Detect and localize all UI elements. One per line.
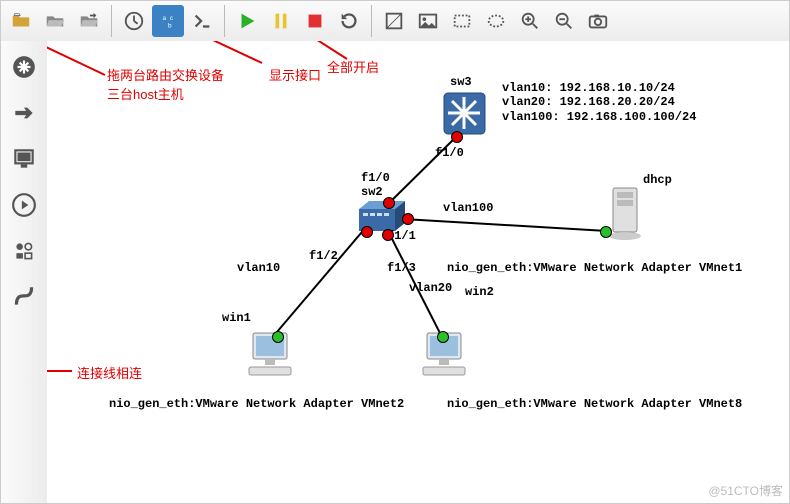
add-note-button[interactable] <box>378 5 410 37</box>
vlan-info: vlan10: 192.168.10.10/24 vlan20: 192.168… <box>502 81 696 124</box>
router-device-button[interactable] <box>6 49 42 85</box>
start-all-button[interactable] <box>231 5 263 37</box>
nic-win1: nio_gen_eth:VMware Network Adapter VMnet… <box>109 397 404 411</box>
port-dot <box>383 197 395 209</box>
end-device-button[interactable] <box>6 141 42 177</box>
snapshot-button[interactable] <box>118 5 150 37</box>
show-interface-labels-button[interactable]: abc <box>152 5 184 37</box>
pause-all-button[interactable] <box>265 5 297 37</box>
annotation-show-interface: 显示接口 <box>269 65 321 84</box>
label-vlan10: vlan10 <box>237 261 280 275</box>
security-device-button[interactable] <box>6 187 42 223</box>
port-dot <box>402 213 414 225</box>
port-dot <box>361 226 373 238</box>
port-dot <box>382 229 394 241</box>
device-sw3[interactable] <box>442 91 487 141</box>
label-sw2-f12: f1/2 <box>309 249 338 263</box>
label-win2: win2 <box>465 285 494 299</box>
draw-rectangle-button[interactable] <box>446 5 478 37</box>
port-dot <box>600 226 612 238</box>
zoom-in-button[interactable] <box>514 5 546 37</box>
svg-text:a: a <box>163 15 167 22</box>
switch-device-button[interactable] <box>6 95 42 131</box>
all-devices-button[interactable] <box>6 233 42 269</box>
zoom-out-button[interactable] <box>548 5 580 37</box>
top-toolbar: abc <box>1 1 789 42</box>
port-dot <box>451 131 463 143</box>
nic-dhcp: nio_gen_eth:VMware Network Adapter VMnet… <box>447 261 742 275</box>
nic-win2: nio_gen_eth:VMware Network Adapter VMnet… <box>447 397 742 411</box>
watermark: @51CTO博客 <box>708 482 783 499</box>
label-dhcp: dhcp <box>643 173 672 187</box>
annotation-connect-lines: 连接线相连 <box>77 363 142 382</box>
port-dot <box>272 331 284 343</box>
annotation-drag-devices: 拖两台路由交换设备 三台host主机 <box>107 65 224 103</box>
open-project-button[interactable] <box>39 5 71 37</box>
device-win1[interactable] <box>245 329 295 384</box>
new-project-button[interactable] <box>5 5 37 37</box>
topology-canvas[interactable]: 拖两台路由交换设备 三台host主机 显示接口 全部开启 连接线相连 sw3 f… <box>47 41 789 503</box>
label-win1: win1 <box>222 311 251 325</box>
insert-image-button[interactable] <box>412 5 444 37</box>
save-project-button[interactable] <box>73 5 105 37</box>
label-sw3-f10: f1/0 <box>435 146 464 160</box>
label-sw3: sw3 <box>450 75 472 89</box>
label-sw2-f13: f1/3 <box>387 261 416 275</box>
label-vlan20: vlan20 <box>409 281 452 295</box>
console-button[interactable] <box>186 5 218 37</box>
stop-all-button[interactable] <box>299 5 331 37</box>
label-vlan100: vlan100 <box>443 201 493 215</box>
svg-text:b: b <box>168 22 172 29</box>
reload-all-button[interactable] <box>333 5 365 37</box>
label-sw2-f10: f1/0 <box>361 171 390 185</box>
label-sw2: sw2 <box>361 185 383 199</box>
screenshot-button[interactable] <box>582 5 614 37</box>
port-dot <box>437 331 449 343</box>
add-link-button[interactable] <box>6 279 42 315</box>
device-dhcp[interactable] <box>605 186 645 246</box>
annotation-start-all: 全部开启 <box>327 57 379 76</box>
draw-ellipse-button[interactable] <box>480 5 512 37</box>
device-sidebar <box>1 41 48 503</box>
